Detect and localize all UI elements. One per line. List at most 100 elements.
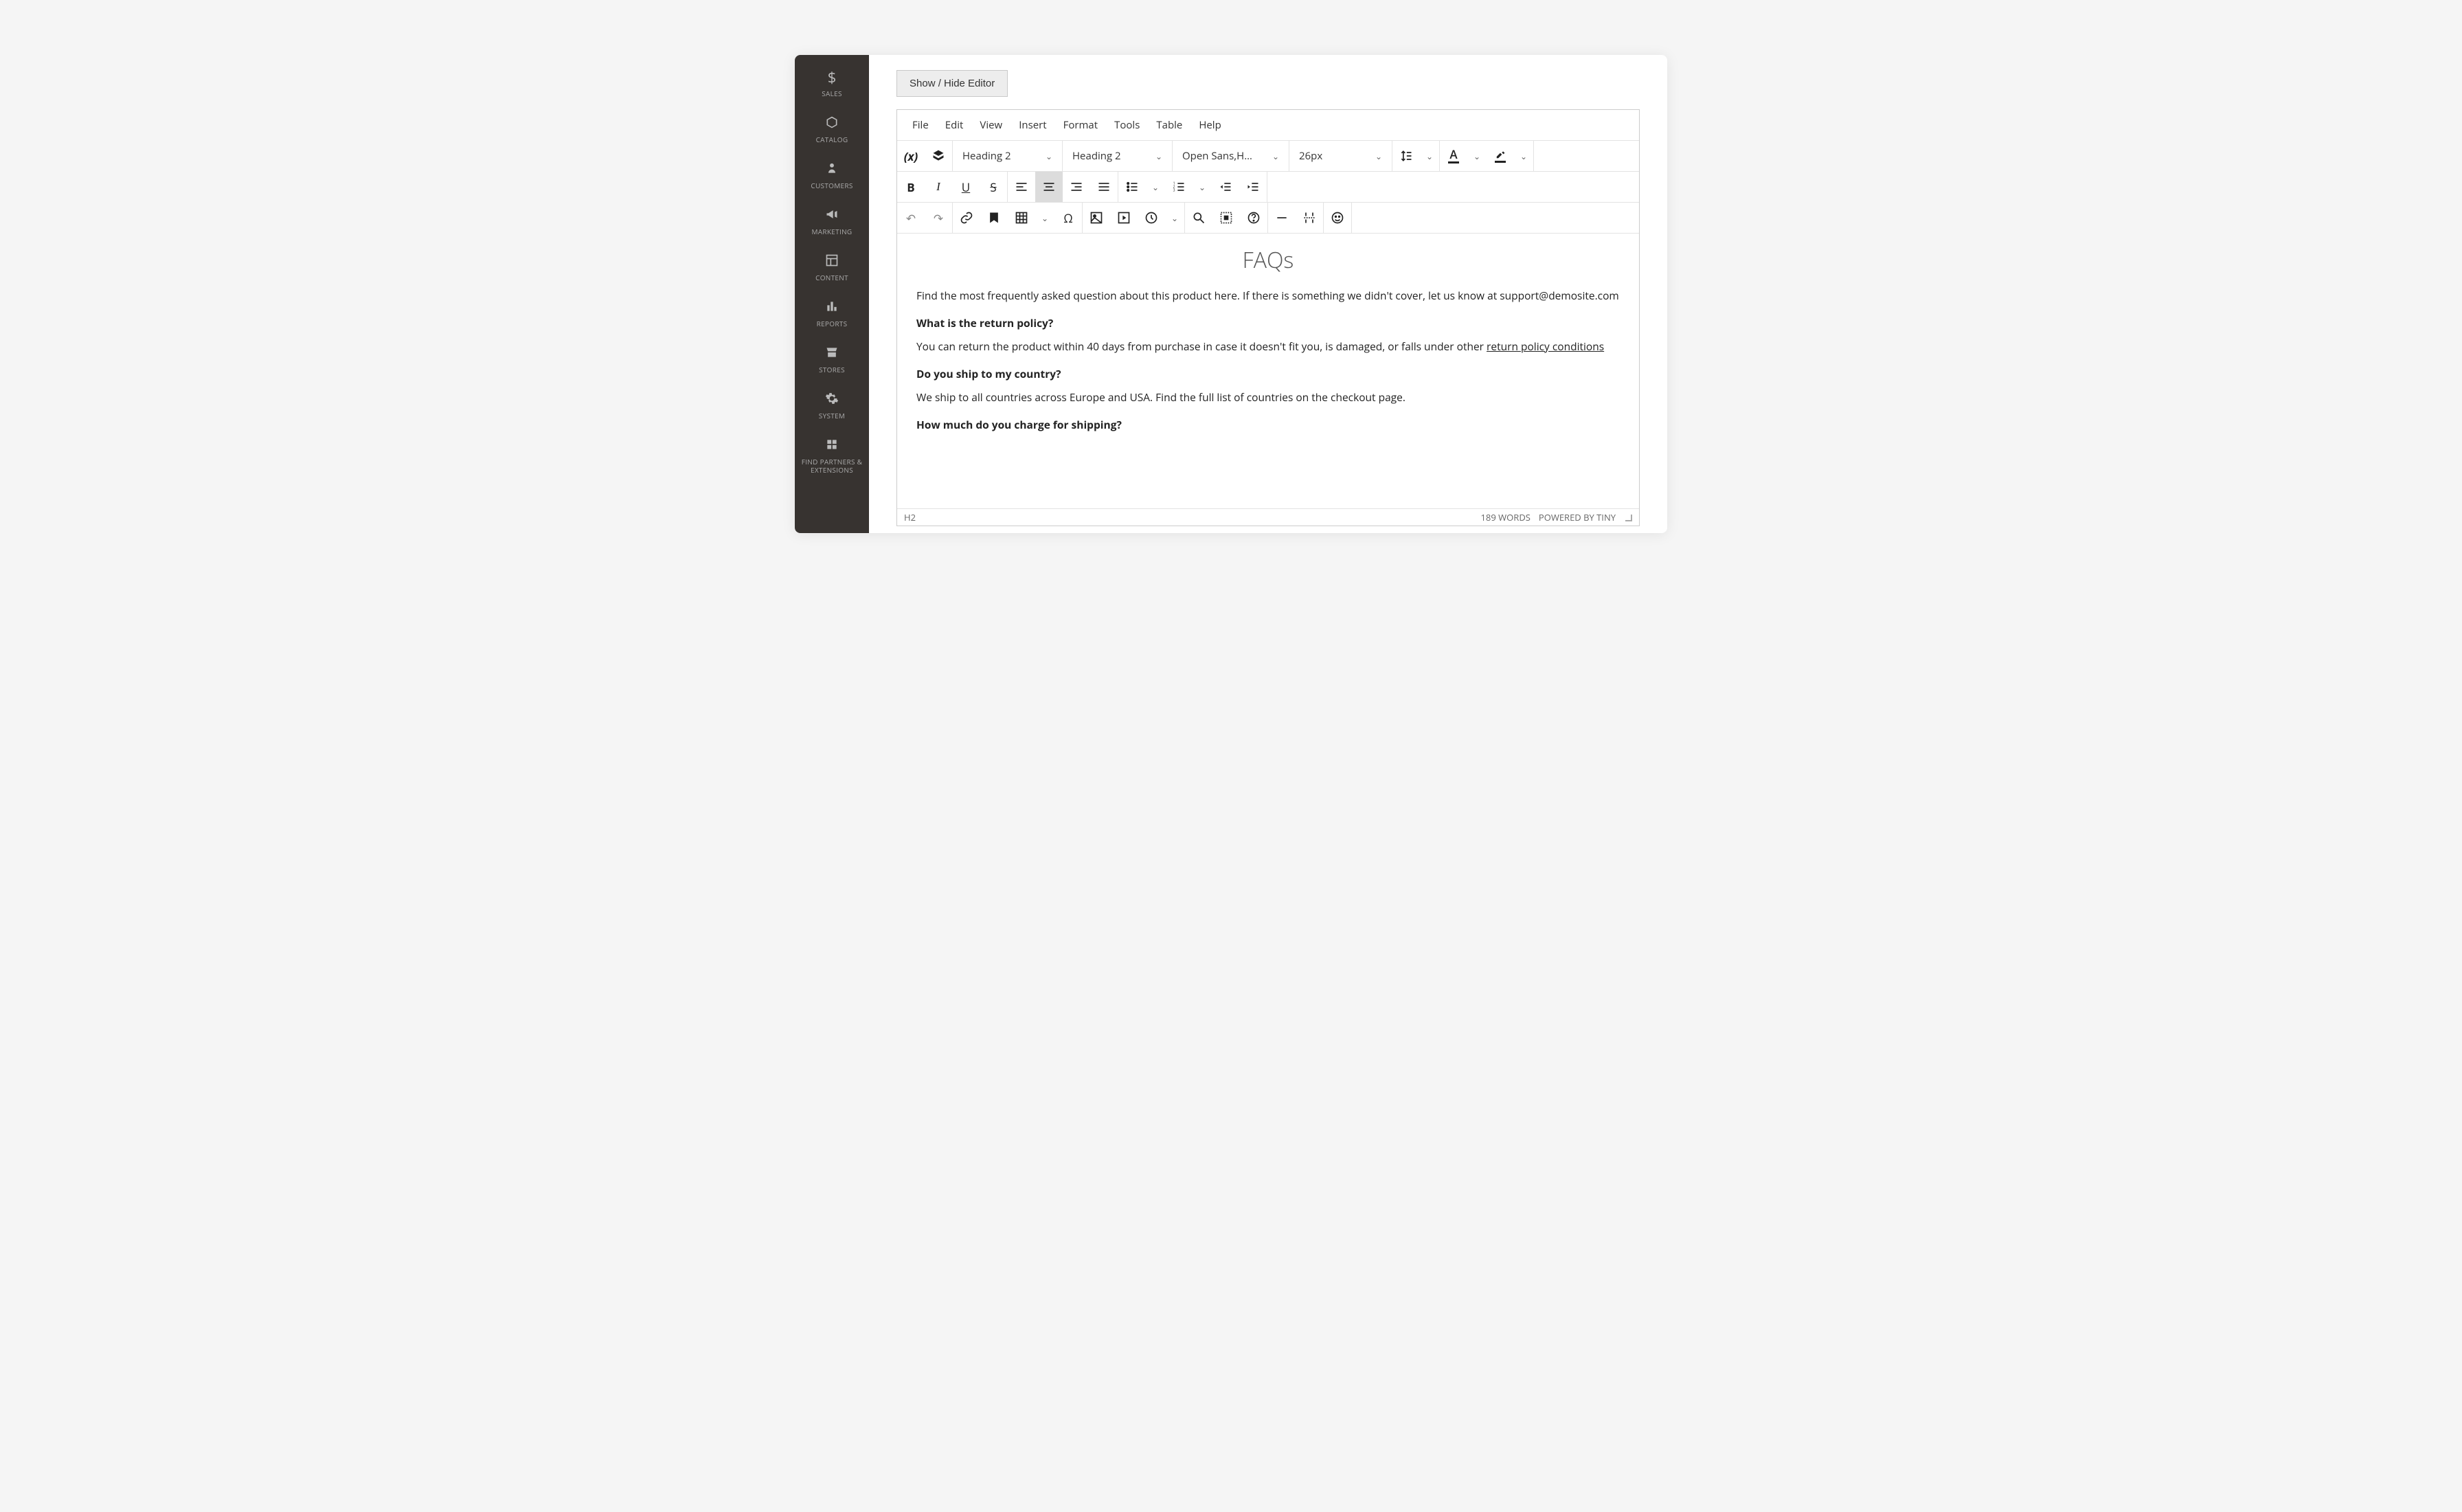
faq-answer-1: You can return the product within 40 day… xyxy=(916,338,1620,354)
widget-button[interactable] xyxy=(925,141,952,171)
special-char-button[interactable]: Ω xyxy=(1054,203,1082,233)
page-break-button[interactable] xyxy=(1296,203,1323,233)
align-center-button[interactable] xyxy=(1035,172,1063,202)
menu-view[interactable]: View xyxy=(971,114,1010,136)
bullet-list-dropdown[interactable]: ⌄ xyxy=(1146,172,1165,202)
line-height-dropdown[interactable]: ⌄ xyxy=(1420,141,1439,171)
sidebar-item-customers[interactable]: CUSTOMERS xyxy=(795,152,869,198)
chevron-down-icon: ⌄ xyxy=(1171,212,1178,224)
media-button[interactable] xyxy=(1110,203,1138,233)
menu-tools[interactable]: Tools xyxy=(1106,114,1148,136)
italic-button[interactable]: I xyxy=(925,172,952,202)
element-path[interactable]: H2 xyxy=(904,511,916,523)
admin-window: $ SALES CATALOG CUSTOMERS MARKETING CO xyxy=(795,55,1667,533)
numbered-list-dropdown[interactable]: ⌄ xyxy=(1193,172,1212,202)
sidebar-item-label: SYSTEM xyxy=(819,411,845,420)
menu-edit[interactable]: Edit xyxy=(937,114,972,136)
chevron-down-icon: ⌄ xyxy=(1199,181,1206,193)
chevron-down-icon: ⌄ xyxy=(1375,150,1382,162)
link-button[interactable] xyxy=(953,203,980,233)
text-color-button[interactable]: A xyxy=(1440,141,1467,171)
sidebar-item-reports[interactable]: REPORTS xyxy=(795,290,869,336)
cube-icon xyxy=(825,115,839,131)
redo-button[interactable]: ↷ xyxy=(925,203,952,233)
chevron-down-icon: ⌄ xyxy=(1426,150,1433,162)
select-value: Heading 2 xyxy=(1072,149,1121,163)
content-intro: Find the most frequently asked question … xyxy=(916,287,1620,304)
menu-table[interactable]: Table xyxy=(1148,114,1190,136)
sidebar-item-label: SALES xyxy=(822,89,842,98)
align-right-button[interactable] xyxy=(1063,172,1090,202)
menu-format[interactable]: Format xyxy=(1055,114,1106,136)
faq-question-3: How much do you charge for shipping? xyxy=(916,416,1620,433)
editor-toolbar-row-1: (x) Heading 2 ⌄ Heading 2 ⌄ Open Sans,H…… xyxy=(897,141,1639,172)
layout-icon xyxy=(825,253,839,269)
powered-by: POWERED BY TINY xyxy=(1539,511,1616,523)
editor-menubar: File Edit View Insert Format Tools Table… xyxy=(897,110,1639,141)
font-size-select[interactable]: 26px ⌄ xyxy=(1289,141,1392,171)
content-heading: FAQs xyxy=(916,243,1620,278)
word-count[interactable]: 189 WORDS xyxy=(1481,511,1531,523)
select-all-button[interactable] xyxy=(1212,203,1240,233)
table-button[interactable] xyxy=(1008,203,1035,233)
return-policy-link[interactable]: return policy conditions xyxy=(1487,339,1604,354)
sidebar-item-sales[interactable]: $ SALES xyxy=(795,60,869,106)
menu-file[interactable]: File xyxy=(904,114,937,136)
wysiwyg-editor: File Edit View Insert Format Tools Table… xyxy=(896,109,1640,526)
underline-button[interactable]: U xyxy=(952,172,980,202)
font-family-select[interactable]: Open Sans,H… ⌄ xyxy=(1173,141,1289,171)
blocks-icon xyxy=(825,438,839,453)
background-color-dropdown[interactable]: ⌄ xyxy=(1514,141,1533,171)
sidebar-item-content[interactable]: CONTENT xyxy=(795,244,869,290)
resize-handle[interactable] xyxy=(1624,513,1632,521)
numbered-list-button[interactable]: 123 xyxy=(1165,172,1193,202)
emoticons-button[interactable] xyxy=(1324,203,1351,233)
menu-help[interactable]: Help xyxy=(1190,114,1229,136)
align-left-button[interactable] xyxy=(1008,172,1035,202)
faq-answer-2: We ship to all countries across Europe a… xyxy=(916,389,1620,405)
undo-button[interactable]: ↶ xyxy=(897,203,925,233)
toggle-editor-button[interactable]: Show / Hide Editor xyxy=(896,70,1008,97)
bullet-list-button[interactable] xyxy=(1118,172,1146,202)
bold-button[interactable]: B xyxy=(897,172,925,202)
editor-content-area[interactable]: FAQs Find the most frequently asked ques… xyxy=(897,234,1639,508)
strikethrough-button[interactable]: S xyxy=(980,172,1007,202)
variable-button[interactable]: (x) xyxy=(897,141,925,171)
faq-question-2: Do you ship to my country? xyxy=(916,365,1620,382)
image-button[interactable] xyxy=(1083,203,1110,233)
background-color-button[interactable] xyxy=(1487,141,1514,171)
admin-sidebar: $ SALES CATALOG CUSTOMERS MARKETING CO xyxy=(795,55,869,533)
sidebar-item-catalog[interactable]: CATALOG xyxy=(795,106,869,152)
svg-text:3: 3 xyxy=(1173,189,1175,193)
sidebar-item-partners[interactable]: FIND PARTNERS & EXTENSIONS xyxy=(795,428,869,482)
chevron-down-icon: ⌄ xyxy=(1152,181,1159,193)
anchor-button[interactable] xyxy=(980,203,1008,233)
select-value: 26px xyxy=(1299,149,1322,163)
find-replace-button[interactable] xyxy=(1185,203,1212,233)
person-icon xyxy=(825,161,839,177)
storefront-icon xyxy=(825,346,839,361)
sidebar-item-label: CONTENT xyxy=(815,273,848,282)
select-value: Heading 2 xyxy=(962,149,1011,163)
horizontal-rule-button[interactable] xyxy=(1268,203,1296,233)
align-justify-button[interactable] xyxy=(1090,172,1118,202)
sidebar-item-label: STORES xyxy=(819,365,845,374)
menu-insert[interactable]: Insert xyxy=(1010,114,1054,136)
chevron-down-icon: ⌄ xyxy=(1473,150,1480,162)
sidebar-item-marketing[interactable]: MARKETING xyxy=(795,198,869,244)
sidebar-item-label: CATALOG xyxy=(816,135,848,144)
help-button[interactable] xyxy=(1240,203,1267,233)
indent-button[interactable] xyxy=(1239,172,1267,202)
datetime-dropdown[interactable]: ⌄ xyxy=(1165,203,1184,233)
block-format-select-1[interactable]: Heading 2 ⌄ xyxy=(953,141,1063,171)
sidebar-item-system[interactable]: SYSTEM xyxy=(795,382,869,428)
outdent-button[interactable] xyxy=(1212,172,1239,202)
block-format-select-2[interactable]: Heading 2 ⌄ xyxy=(1063,141,1173,171)
table-dropdown[interactable]: ⌄ xyxy=(1035,203,1054,233)
sidebar-item-label: REPORTS xyxy=(817,319,848,328)
line-height-button[interactable] xyxy=(1392,141,1420,171)
editor-toolbar-row-3: ↶ ↷ ⌄ Ω ⌄ xyxy=(897,203,1639,234)
sidebar-item-stores[interactable]: STORES xyxy=(795,336,869,382)
datetime-button[interactable] xyxy=(1138,203,1165,233)
text-color-dropdown[interactable]: ⌄ xyxy=(1467,141,1487,171)
